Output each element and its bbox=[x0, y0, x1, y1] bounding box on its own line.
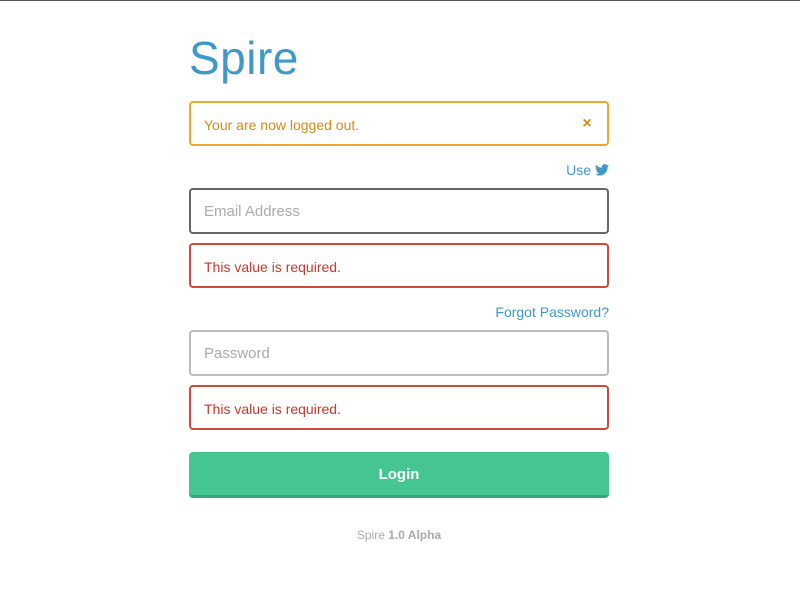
close-icon[interactable]: × bbox=[579, 114, 595, 134]
email-error-message: This value is required. bbox=[204, 259, 341, 275]
top-border bbox=[0, 0, 800, 1]
login-button[interactable]: Login bbox=[189, 452, 609, 498]
email-input[interactable] bbox=[191, 190, 607, 232]
email-field[interactable] bbox=[189, 188, 609, 234]
password-field[interactable] bbox=[189, 330, 609, 376]
use-twitter-label: Use bbox=[566, 162, 591, 178]
footer-version: Spire 1.0 Alpha bbox=[189, 527, 609, 543]
twitter-icon bbox=[595, 164, 609, 176]
logout-alert: Your are now logged out. × bbox=[189, 101, 609, 146]
password-error-message: This value is required. bbox=[204, 401, 341, 417]
password-input[interactable] bbox=[191, 332, 607, 374]
footer-product: Spire bbox=[356, 528, 385, 542]
footer-version-number: 1.0 Alpha bbox=[388, 528, 442, 542]
alert-message: Your are now logged out. bbox=[204, 117, 360, 133]
use-twitter-link[interactable]: Use bbox=[566, 161, 609, 179]
password-error-box: This value is required. bbox=[189, 385, 609, 430]
app-logo: Spire bbox=[189, 32, 299, 84]
email-error-box: This value is required. bbox=[189, 243, 609, 288]
forgot-password-link[interactable]: Forgot Password? bbox=[495, 303, 609, 321]
